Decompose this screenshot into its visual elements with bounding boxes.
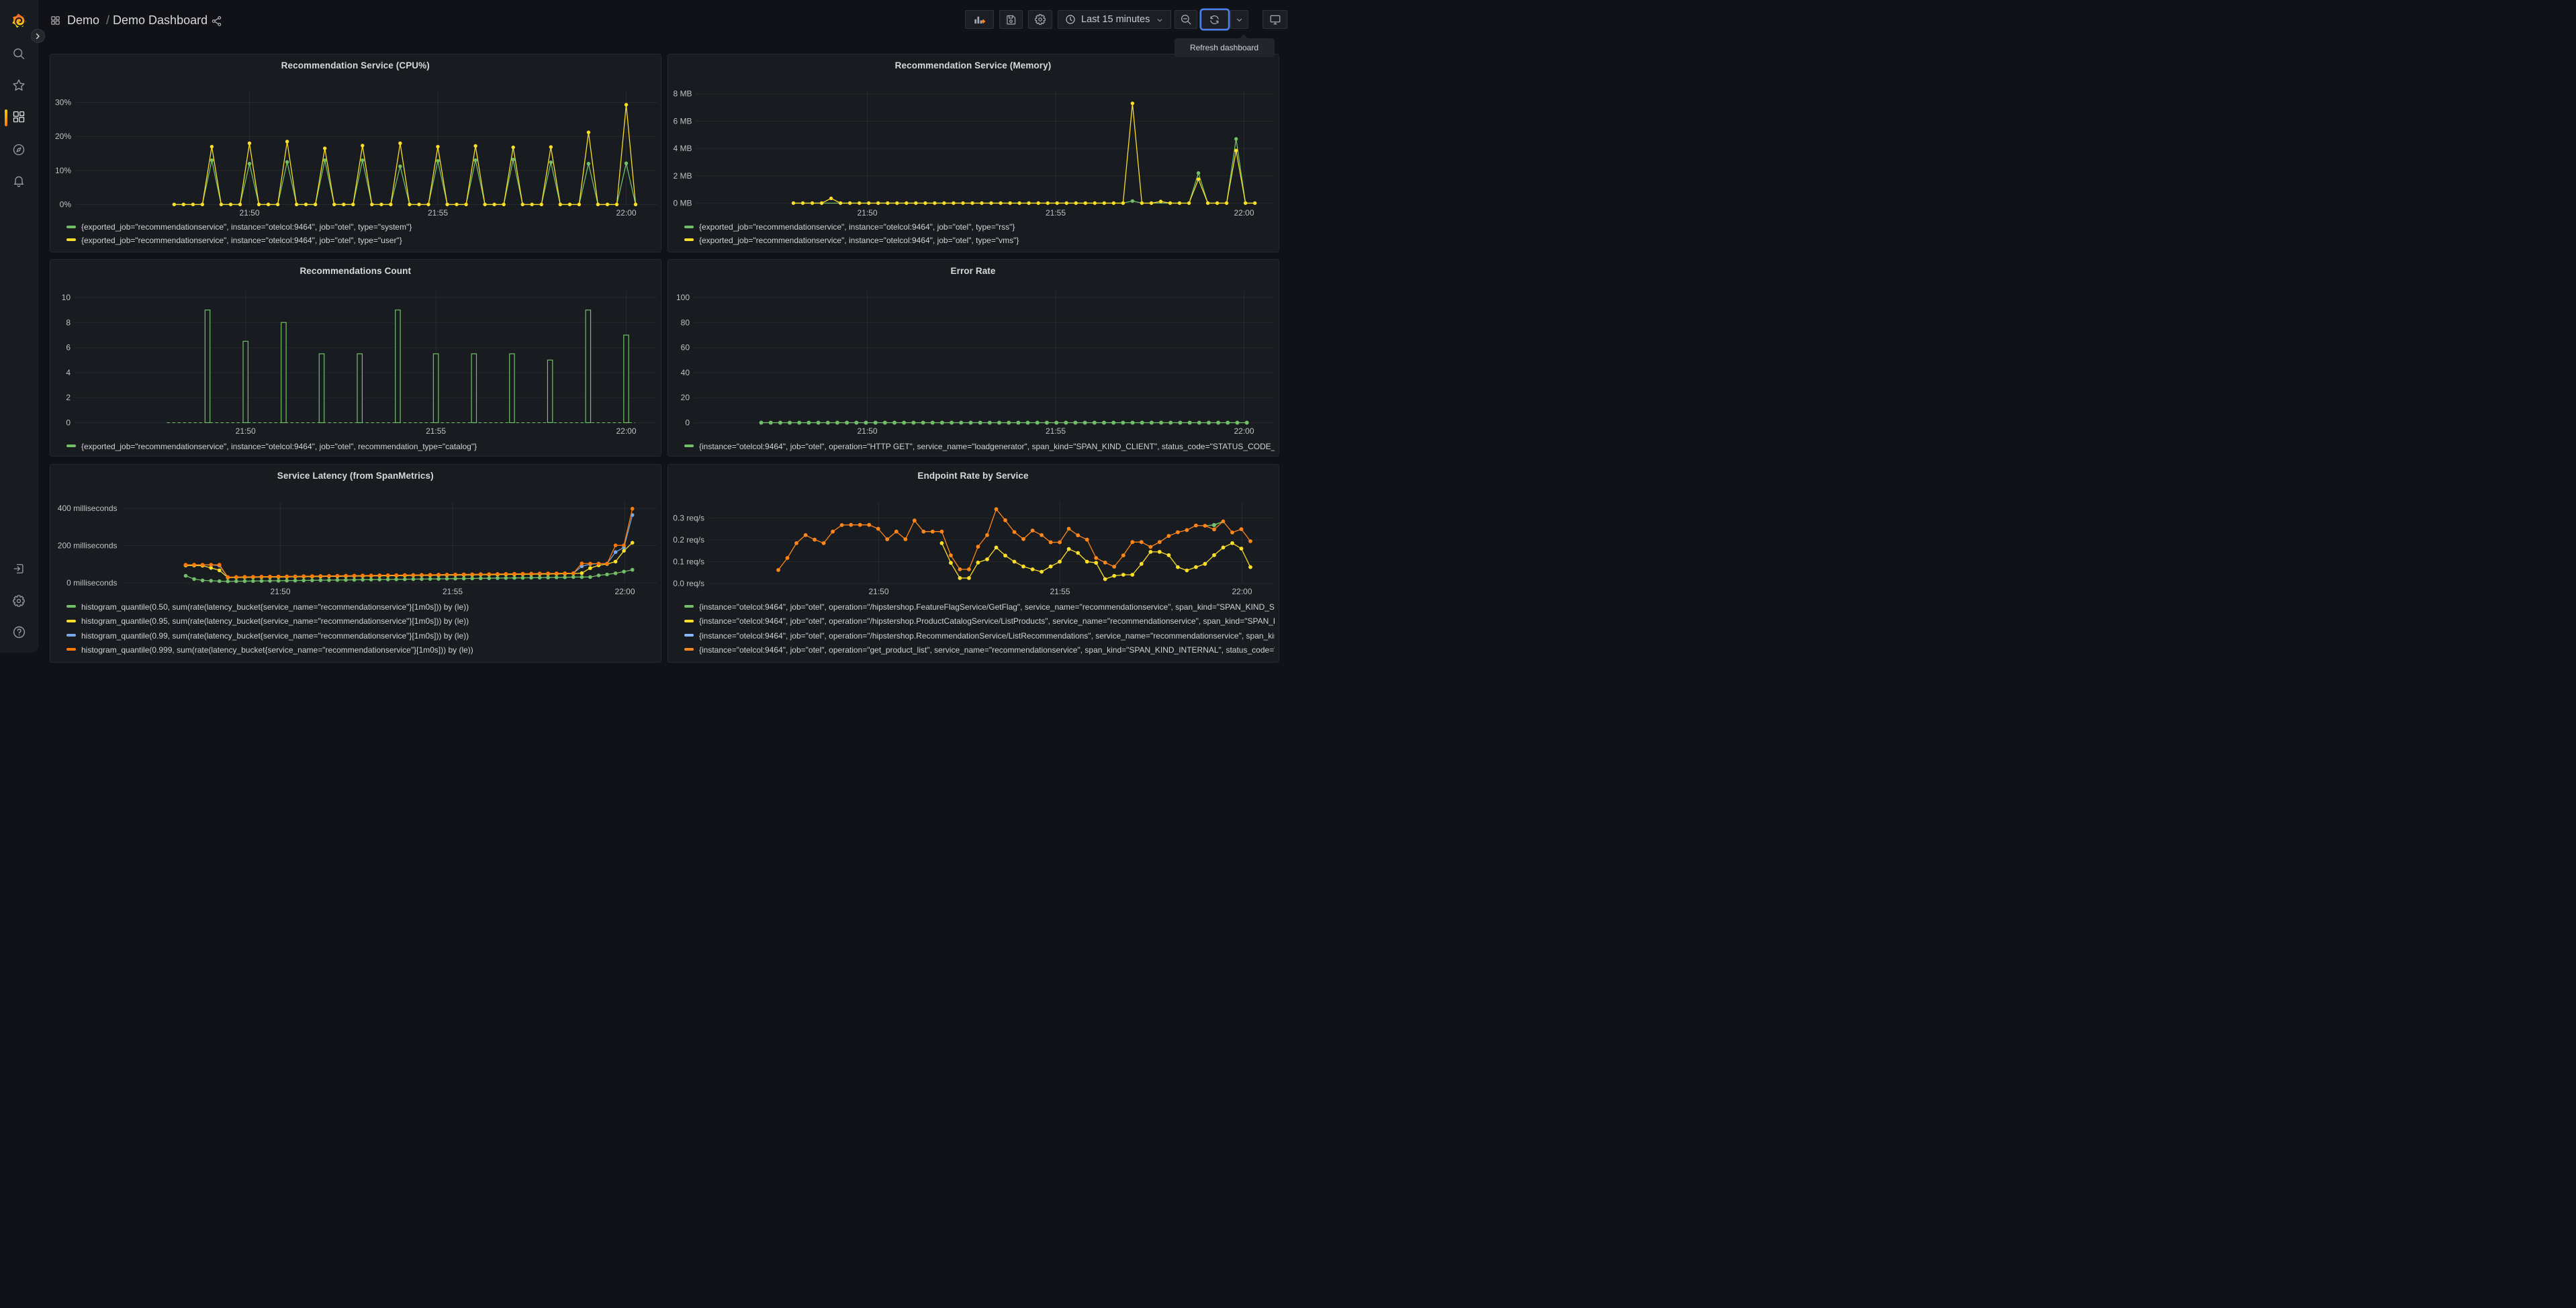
- svg-text:100: 100: [676, 293, 689, 302]
- svg-text:0%: 0%: [59, 200, 71, 209]
- svg-text:80: 80: [680, 318, 690, 327]
- svg-text:21:50: 21:50: [270, 587, 290, 596]
- svg-text:8: 8: [66, 318, 71, 327]
- svg-text:40: 40: [680, 367, 690, 377]
- svg-text:21:50: 21:50: [235, 426, 255, 436]
- svg-text:21:50: 21:50: [857, 208, 877, 218]
- svg-text:21:55: 21:55: [442, 587, 462, 596]
- svg-text:2: 2: [66, 393, 71, 402]
- svg-text:21:55: 21:55: [427, 208, 447, 218]
- svg-text:0.0 req/s: 0.0 req/s: [673, 579, 704, 588]
- svg-text:0 MB: 0 MB: [673, 199, 692, 208]
- svg-text:6: 6: [66, 342, 71, 352]
- svg-text:4: 4: [66, 367, 71, 377]
- svg-text:22:00: 22:00: [616, 426, 636, 436]
- svg-text:22:00: 22:00: [1234, 426, 1254, 436]
- svg-text:0.1 req/s: 0.1 req/s: [673, 557, 704, 567]
- svg-text:21:50: 21:50: [857, 426, 877, 436]
- svg-text:10: 10: [61, 293, 71, 302]
- svg-text:0.2 req/s: 0.2 req/s: [673, 535, 704, 545]
- svg-text:0 milliseconds: 0 milliseconds: [66, 578, 117, 588]
- svg-text:30%: 30%: [54, 98, 71, 107]
- svg-text:22:00: 22:00: [1234, 208, 1254, 218]
- svg-text:21:55: 21:55: [1050, 587, 1070, 596]
- svg-text:2 MB: 2 MB: [673, 171, 692, 181]
- svg-text:10%: 10%: [54, 166, 71, 175]
- svg-text:8 MB: 8 MB: [673, 89, 692, 99]
- svg-text:4 MB: 4 MB: [673, 144, 692, 153]
- svg-text:21:50: 21:50: [868, 587, 888, 596]
- svg-text:200 milliseconds: 200 milliseconds: [57, 541, 117, 551]
- svg-text:21:55: 21:55: [426, 426, 446, 436]
- svg-text:21:55: 21:55: [1045, 426, 1065, 436]
- svg-text:22:00: 22:00: [616, 208, 636, 218]
- svg-text:22:00: 22:00: [1232, 587, 1252, 596]
- svg-text:21:50: 21:50: [239, 208, 259, 218]
- svg-text:400 milliseconds: 400 milliseconds: [57, 504, 117, 513]
- svg-text:0: 0: [66, 418, 71, 427]
- svg-text:0: 0: [685, 418, 690, 427]
- svg-text:21:55: 21:55: [1045, 208, 1065, 218]
- svg-text:0.3 req/s: 0.3 req/s: [673, 514, 704, 523]
- svg-text:60: 60: [680, 342, 690, 352]
- svg-text:20: 20: [680, 393, 690, 402]
- svg-text:20%: 20%: [54, 132, 71, 141]
- svg-text:6 MB: 6 MB: [673, 116, 692, 126]
- svg-text:22:00: 22:00: [614, 587, 635, 596]
